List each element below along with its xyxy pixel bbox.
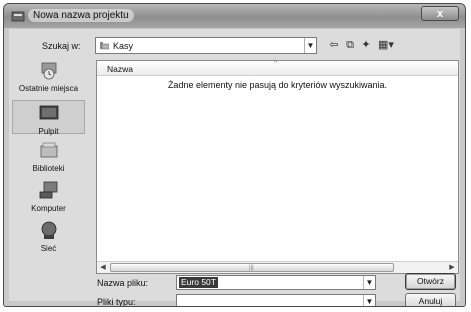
dialog-window: Nowa nazwa projektu x Szukaj w: Kasy ▼ ⇦… xyxy=(3,3,466,307)
close-button[interactable]: x xyxy=(421,6,459,21)
open-button[interactable]: Otwórz xyxy=(405,273,456,290)
file-name-dropdown-arrow[interactable]: ▼ xyxy=(363,276,375,289)
place-computer[interactable]: Komputer xyxy=(12,180,85,214)
libraries-icon xyxy=(40,142,57,158)
back-icon[interactable]: ⇦ xyxy=(327,38,341,52)
cancel-button[interactable]: Anuluj xyxy=(405,293,456,306)
file-name-value[interactable]: Euro 50T xyxy=(179,277,218,288)
folder-icon xyxy=(100,42,109,50)
places-bar: Ostatnie miejsca Pulpit Biblioteki Kompu… xyxy=(12,60,85,272)
place-recent-label: Ostatnie miejsca xyxy=(18,84,79,93)
view-menu-icon[interactable]: ▦▾ xyxy=(375,38,397,52)
place-recent[interactable]: Ostatnie miejsca xyxy=(12,60,85,94)
file-list[interactable]: Nazwa ^ Żadne elementy nie pasują do kry… xyxy=(96,60,459,274)
place-desktop[interactable]: Pulpit xyxy=(12,100,85,136)
look-in-combo[interactable]: Kasy ▼ xyxy=(95,37,317,54)
look-in-dropdown-arrow[interactable]: ▼ xyxy=(304,38,316,53)
horizontal-scrollbar[interactable]: ◀ ||| ▶ xyxy=(97,261,458,273)
dialog-client-area: Szukaj w: Kasy ▼ ⇦ ⧉ ✦ ▦▾ Ostatnie miejs… xyxy=(9,29,460,306)
title-bar[interactable]: Nowa nazwa projektu x xyxy=(4,4,465,28)
scroll-left-icon[interactable]: ◀ xyxy=(97,262,109,273)
file-type-combo[interactable]: ▼ xyxy=(176,294,376,306)
empty-list-message: Żadne elementy nie pasują do kryteriów w… xyxy=(167,80,388,90)
up-folder-icon[interactable]: ⧉ xyxy=(343,38,357,52)
place-network-label: Sieć xyxy=(40,244,57,253)
recent-places-icon xyxy=(41,62,56,80)
file-name-label: Nazwa pliku: xyxy=(97,278,149,288)
look-in-value: Kasy xyxy=(113,41,134,51)
file-type-dropdown-arrow[interactable]: ▼ xyxy=(363,295,375,306)
scrollbar-grip-icon: ||| xyxy=(249,265,254,271)
computer-icon xyxy=(39,181,57,199)
desktop-icon xyxy=(39,105,58,120)
scrollbar-thumb[interactable]: ||| xyxy=(110,263,394,272)
scroll-right-icon[interactable]: ▶ xyxy=(446,262,458,273)
place-computer-label: Komputer xyxy=(31,204,66,213)
sort-arrow-icon: ^ xyxy=(274,60,278,67)
window-title: Nowa nazwa projektu xyxy=(28,9,134,22)
file-type-label: Pliki typu: xyxy=(97,297,136,307)
column-header: Nazwa ^ xyxy=(97,60,458,76)
look-in-label: Szukaj w: xyxy=(42,41,81,51)
app-icon xyxy=(11,11,25,22)
place-libraries[interactable]: Biblioteki xyxy=(12,140,85,174)
new-folder-icon[interactable]: ✦ xyxy=(359,38,373,52)
place-network[interactable]: Sieć xyxy=(12,220,85,254)
file-name-combo[interactable]: Euro 50T ▼ xyxy=(176,275,376,290)
column-name-header[interactable]: Nazwa xyxy=(107,64,133,74)
place-libraries-label: Biblioteki xyxy=(32,164,65,173)
place-desktop-label: Pulpit xyxy=(38,127,59,136)
network-icon xyxy=(41,221,56,239)
